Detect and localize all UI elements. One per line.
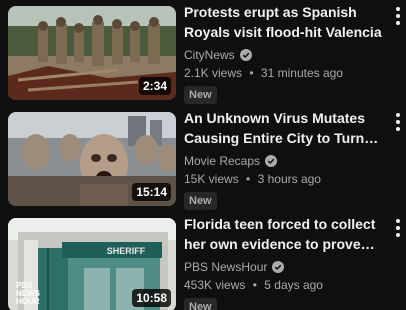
video-meta: 453K views • 5 days ago	[184, 276, 384, 294]
video-duration: 15:14	[132, 183, 171, 201]
more-vert-icon[interactable]	[392, 216, 404, 240]
pbs-newshour-logo: PBS NEWS HOUR	[16, 282, 40, 306]
video-item[interactable]: 15:14 An Unknown Virus Mutates Causing E…	[0, 106, 406, 210]
upload-age: 5 days ago	[264, 278, 323, 292]
logo-line: HOUR	[16, 297, 40, 306]
video-info: Protests erupt as Spanish Royals visit f…	[184, 2, 384, 104]
new-badge: New	[184, 86, 217, 104]
video-info: An Unknown Virus Mutates Causing Entire …	[184, 108, 384, 210]
channel-name[interactable]: Movie Recaps	[184, 152, 260, 170]
new-badge: New	[184, 298, 217, 310]
separator-dot: •	[252, 278, 257, 292]
channel-row: PBS NewsHour	[184, 258, 384, 276]
check-circle-icon	[239, 49, 252, 61]
more-vert-icon[interactable]	[392, 4, 404, 28]
check-circle-icon	[265, 155, 278, 167]
upload-age: 3 hours ago	[257, 172, 321, 186]
view-count: 453K views	[184, 278, 246, 292]
video-thumbnail[interactable]: 2:34	[8, 6, 176, 100]
channel-row: CityNews	[184, 46, 384, 64]
new-badge: New	[184, 192, 217, 210]
video-title[interactable]: Protests erupt as Spanish Royals visit f…	[184, 2, 384, 42]
video-item[interactable]: 2:34 Protests erupt as Spanish Royals vi…	[0, 0, 406, 104]
video-info: Florida teen forced to collect her own e…	[184, 214, 384, 310]
video-list: 2:34 Protests erupt as Spanish Royals vi…	[0, 0, 406, 310]
separator-dot: •	[246, 172, 251, 186]
video-title[interactable]: An Unknown Virus Mutates Causing Entire …	[184, 108, 384, 148]
video-thumbnail[interactable]: SHERIFF PBS NEWS HOUR 10:58	[8, 218, 176, 310]
separator-dot: •	[249, 66, 254, 80]
video-title[interactable]: Florida teen forced to collect her own e…	[184, 214, 384, 254]
video-item[interactable]: SHERIFF PBS NEWS HOUR 10:58 Florida teen…	[0, 212, 406, 310]
more-vert-icon[interactable]	[392, 110, 404, 134]
channel-row: Movie Recaps	[184, 152, 384, 170]
view-count: 15K views	[184, 172, 239, 186]
upload-age: 31 minutes ago	[260, 66, 343, 80]
video-thumbnail[interactable]: 15:14	[8, 112, 176, 206]
channel-name[interactable]: CityNews	[184, 46, 235, 64]
check-circle-icon	[272, 261, 285, 273]
video-meta: 2.1K views • 31 minutes ago	[184, 64, 384, 82]
video-meta: 15K views • 3 hours ago	[184, 170, 384, 188]
video-duration: 2:34	[138, 77, 171, 95]
view-count: 2.1K views	[184, 66, 243, 80]
thumbnail-sign-text: SHERIFF	[107, 246, 146, 256]
channel-name[interactable]: PBS NewsHour	[184, 258, 267, 276]
video-duration: 10:58	[132, 289, 171, 307]
